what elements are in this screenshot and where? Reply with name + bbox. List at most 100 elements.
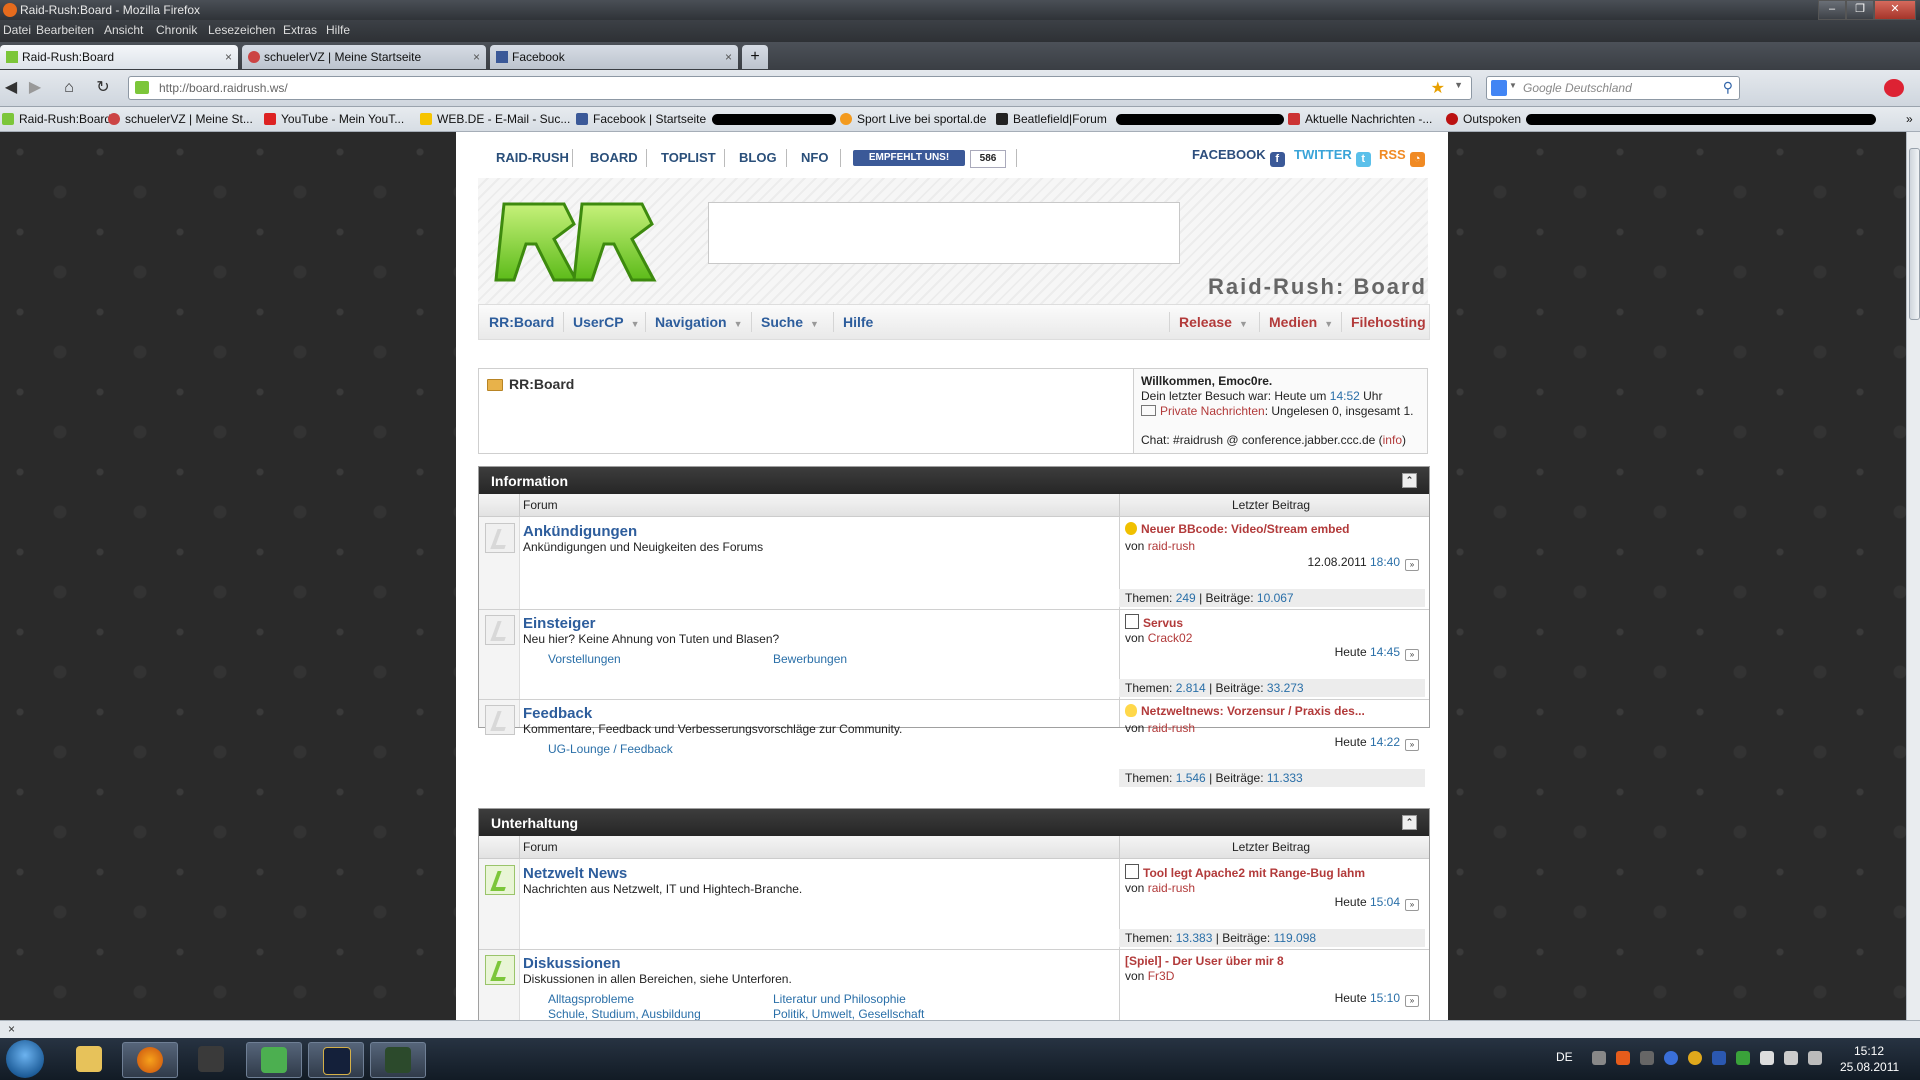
bookmark-youtube[interactable]: YouTube - Mein YouT... [264,112,404,126]
raidrush-logo[interactable] [494,194,664,290]
tab-close-icon[interactable]: × [225,45,232,69]
nav-suche[interactable]: Suche ▼ [761,314,819,330]
menu-lesezeichen[interactable]: Lesezeichen [208,23,275,37]
breadcrumb-title[interactable]: RR:Board [509,376,574,392]
nav-blog[interactable]: BLOG [739,150,777,165]
last-post-title[interactable]: Tool legt Apache2 mit Range-Bug lahm [1125,864,1365,880]
subforum-link[interactable]: Politik, Umwelt, Gesellschaft [773,1007,924,1020]
forum-title[interactable]: Feedback [523,705,592,722]
taskbar-app-5[interactable] [308,1042,364,1078]
clock-date[interactable]: 25.08.2011 [1840,1060,1899,1074]
flag-icon[interactable] [1760,1051,1774,1065]
google-engine-icon[interactable] [1491,80,1507,96]
goto-last-post-icon[interactable]: » [1405,739,1419,751]
subforum-link[interactable]: Bewerbungen [773,652,847,666]
taskbar-explorer[interactable] [62,1042,116,1076]
nav-usercp[interactable]: UserCP ▼ [573,314,640,330]
menu-extras[interactable]: Extras [283,23,317,37]
tab-close-icon[interactable]: × [473,45,480,69]
tray-icon[interactable] [1736,1051,1750,1065]
nav-medien[interactable]: Medien ▼ [1269,314,1333,330]
nav-hilfe[interactable]: Hilfe [843,314,873,330]
maximize-button[interactable]: ❐ [1846,0,1874,20]
speaker-icon[interactable] [1784,1051,1798,1065]
tray-icon[interactable] [1640,1051,1654,1065]
url-bar[interactable]: http://board.raidrush.ws/ ★ ▼ [128,76,1472,100]
tray-icon[interactable] [1592,1051,1606,1065]
bookmark-sportal[interactable]: Sport Live bei sportal.de [840,112,986,126]
close-statusbar-icon[interactable]: × [8,1022,15,1036]
network-icon[interactable] [1808,1051,1822,1065]
last-post-title[interactable]: Neuer BBcode: Video/Stream embed [1125,522,1350,536]
bookmark-beatlefield[interactable]: Beatlefield|Forum [996,112,1107,126]
tray-icon[interactable] [1664,1051,1678,1065]
menu-ansicht[interactable]: Ansicht [104,23,143,37]
tab-schuelervz[interactable]: schuelerVZ | Meine Startseite × [242,45,486,69]
subforum-link[interactable]: Literatur und Philosophie [773,992,906,1006]
language-indicator[interactable]: DE [1556,1050,1573,1064]
forum-title[interactable]: Einsteiger [523,615,596,632]
home-icon[interactable]: ⌂ [58,78,80,98]
last-post-title[interactable]: Servus [1125,614,1183,630]
menu-hilfe[interactable]: Hilfe [326,23,350,37]
start-button[interactable] [6,1040,44,1078]
category-title[interactable]: Unterhaltung [491,815,578,831]
author-link[interactable]: raid-rush [1148,539,1195,553]
nav-rrboard[interactable]: RR:Board [489,314,554,330]
tray-icon[interactable] [1688,1051,1702,1065]
tray-icon[interactable] [1712,1051,1726,1065]
bookmark-facebook[interactable]: Facebook | Startseite [576,112,706,126]
tab-close-icon[interactable]: × [725,45,732,69]
forum-title[interactable]: Diskussionen [523,955,621,972]
facebook-recommend-button[interactable]: EMPFEHLT UNS! [853,150,965,166]
subforum-link[interactable]: UG-Lounge / Feedback [548,742,673,756]
rss-link[interactable]: RSS ◔ [1379,147,1425,167]
nav-toplist[interactable]: TOPLIST [661,150,716,165]
taskbar-app-3[interactable] [184,1042,238,1076]
back-arrow-icon[interactable]: ◀ [0,78,22,98]
nav-release[interactable]: Release ▼ [1179,314,1248,330]
author-link[interactable]: raid-rush [1148,881,1195,895]
bookmark-schuelervz[interactable]: schuelerVZ | Meine St... [108,112,253,126]
menu-bearbeiten[interactable]: Bearbeiten [36,23,94,37]
bookmark-outspoken[interactable]: Outspoken [1446,112,1521,126]
bookmark-nachrichten[interactable]: Aktuelle Nachrichten -... [1288,112,1432,126]
taskbar-app-6[interactable] [370,1042,426,1078]
author-link[interactable]: Fr3D [1148,969,1175,983]
forum-title[interactable]: Ankündigungen [523,523,637,540]
new-tab-button[interactable]: + [742,45,768,69]
menu-chronik[interactable]: Chronik [156,23,197,37]
pm-link[interactable]: Private Nachrichten [1160,404,1265,418]
close-window-button[interactable]: ✕ [1874,0,1916,20]
taskbar-messenger[interactable] [246,1042,302,1078]
last-post-title[interactable]: [Spiel] - Der User über mir 8 [1125,954,1284,968]
tray-icon[interactable] [1616,1051,1630,1065]
url-dropdown-icon[interactable]: ▼ [1454,80,1463,90]
search-magnifier-icon[interactable]: ⚲ [1723,79,1733,96]
minimize-button[interactable]: – [1818,0,1846,20]
collapse-icon[interactable]: ⌃ [1402,815,1417,830]
nav-board[interactable]: BOARD [590,150,638,165]
nav-raid-rush[interactable]: RAID-RUSH [496,150,569,165]
collapse-icon[interactable]: ⌃ [1402,473,1417,488]
author-link[interactable]: Crack02 [1148,631,1193,645]
bookmark-raidrush[interactable]: Raid-Rush:Board [2,112,111,126]
nav-filehosting[interactable]: Filehosting [1351,314,1426,330]
adblock-icon[interactable] [1884,79,1904,97]
bookmark-webde[interactable]: WEB.DE - E-Mail - Suc... [420,112,570,126]
bookmark-star-icon[interactable]: ★ [1431,78,1445,98]
goto-last-post-icon[interactable]: » [1405,899,1419,911]
tab-raidrush[interactable]: Raid-Rush:Board × [0,45,238,69]
last-post-title[interactable]: Netzweltnews: Vorzensur / Praxis des... [1125,704,1365,718]
page-scrollbar[interactable] [1906,132,1920,1020]
nav-navigation[interactable]: Navigation ▼ [655,314,743,330]
goto-last-post-icon[interactable]: » [1405,649,1419,661]
author-link[interactable]: raid-rush [1148,721,1195,735]
taskbar-firefox[interactable] [122,1042,178,1078]
subforum-link[interactable]: Vorstellungen [548,652,621,666]
chat-info-link[interactable]: info [1383,433,1402,447]
search-input[interactable]: ▼ Google Deutschland ⚲ [1486,76,1740,100]
goto-last-post-icon[interactable]: » [1405,559,1419,571]
site-identity-icon[interactable] [135,81,149,94]
menu-datei[interactable]: Datei [3,23,31,37]
